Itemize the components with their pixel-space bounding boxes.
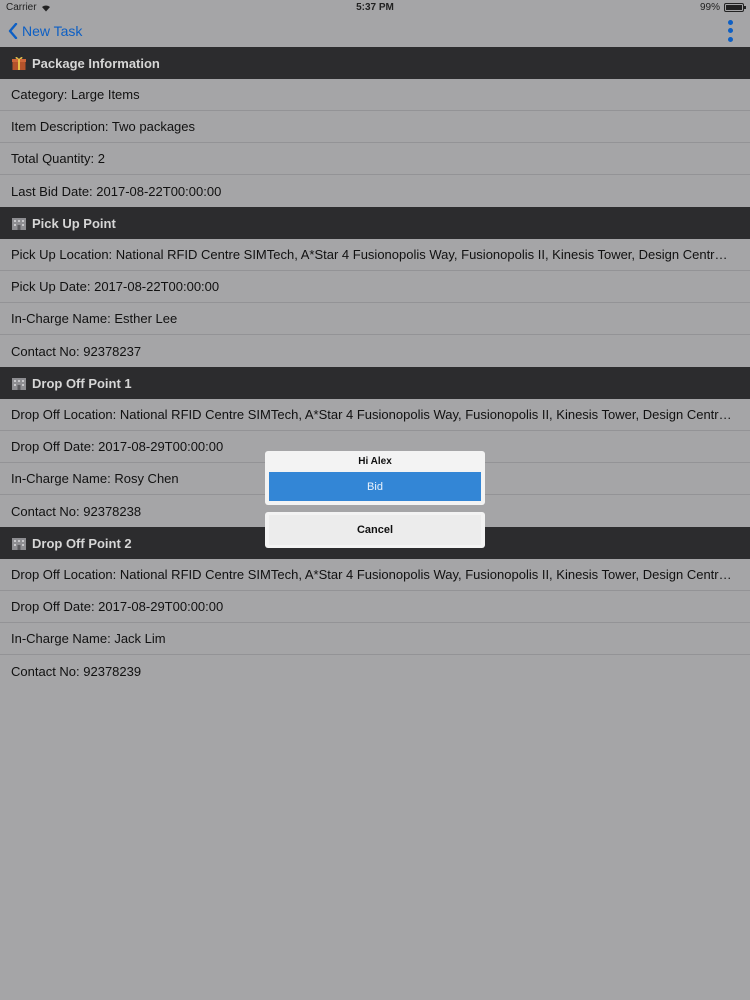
back-button[interactable]: New Task — [8, 20, 82, 42]
row-text: Item Description: Two packages — [11, 119, 196, 134]
list-item: Contact No: 92378239 — [0, 655, 750, 687]
chevron-left-icon — [8, 23, 18, 39]
bid-button[interactable]: Bid — [269, 472, 481, 501]
battery-icon — [724, 3, 746, 12]
action-sheet: Hi Alex Bid — [265, 451, 485, 505]
gift-icon — [12, 56, 26, 70]
list-item: Drop Off Location: National RFID Centre … — [0, 399, 750, 431]
row-text: In-Charge Name: Jack Lim — [11, 631, 166, 646]
row-text: Contact No: 92378239 — [11, 663, 142, 679]
list-item: Total Quantity: 2 — [0, 143, 750, 175]
row-text: Drop Off Location: National RFID Centre … — [11, 567, 734, 582]
section-header-dropoff-1: Drop Off Point 1 — [0, 367, 750, 399]
section-header-pickup: Pick Up Point — [0, 207, 750, 239]
row-text: Contact No: 92378238 — [11, 503, 142, 519]
battery-fill — [726, 5, 742, 10]
row-text: In-Charge Name: Esther Lee — [11, 311, 178, 326]
list-item: In-Charge Name: Esther Lee — [0, 303, 750, 335]
back-label: New Task — [22, 23, 83, 39]
row-text: Pick Up Location: National RFID Centre S… — [11, 247, 734, 262]
list-item: In-Charge Name: Jack Lim — [0, 623, 750, 655]
section-title-package: Package Information — [32, 55, 160, 71]
cancel-button[interactable]: Cancel — [269, 515, 481, 545]
action-sheet-cancel-group: Cancel — [265, 512, 485, 548]
row-text: Drop Off Date: 2017-08-29T00:00:00 — [11, 439, 224, 454]
row-text: Last Bid Date: 2017-08-22T00:00:00 — [11, 183, 222, 199]
more-vertical-icon[interactable] — [724, 18, 736, 44]
row-text: Drop Off Location: National RFID Centre … — [11, 407, 734, 422]
section-title-dropoff-2: Drop Off Point 2 — [32, 535, 132, 551]
row-text: Total Quantity: 2 — [11, 151, 105, 166]
task-detail-list: Package Information Category: Large Item… — [0, 47, 750, 687]
list-item: Drop Off Date: 2017-08-29T00:00:00 — [0, 591, 750, 623]
battery-percent: 99% — [699, 2, 720, 13]
section-title-dropoff-1: Drop Off Point 1 — [32, 375, 132, 391]
status-bar: Carrier 5:37 PM 99% — [0, 0, 750, 16]
list-item: Contact No: 92378237 — [0, 335, 750, 367]
row-text: In-Charge Name: Rosy Chen — [11, 471, 179, 486]
list-item: Item Description: Two packages — [0, 111, 750, 143]
building-icon — [12, 538, 26, 550]
building-icon — [12, 378, 26, 390]
battery-group: 99% — [699, 2, 746, 13]
list-item: Category: Large Items — [0, 79, 750, 111]
section-header-package: Package Information — [0, 47, 750, 79]
list-item: Pick Up Date: 2017-08-22T00:00:00 — [0, 271, 750, 303]
list-item: Drop Off Location: National RFID Centre … — [0, 559, 750, 591]
row-text: Pick Up Date: 2017-08-22T00:00:00 — [11, 279, 220, 294]
row-text: Category: Large Items — [11, 87, 140, 102]
building-icon — [12, 218, 26, 230]
action-sheet-title: Hi Alex — [358, 456, 392, 467]
navigation-bar: New Task — [0, 16, 750, 46]
row-text: Drop Off Date: 2017-08-29T00:00:00 — [11, 599, 224, 614]
clock: 5:37 PM — [356, 2, 394, 13]
list-item: Last Bid Date: 2017-08-22T00:00:00 — [0, 175, 750, 207]
section-title-pickup: Pick Up Point — [32, 215, 116, 231]
row-text: Contact No: 92378237 — [11, 343, 142, 359]
list-item: Pick Up Location: National RFID Centre S… — [0, 239, 750, 271]
